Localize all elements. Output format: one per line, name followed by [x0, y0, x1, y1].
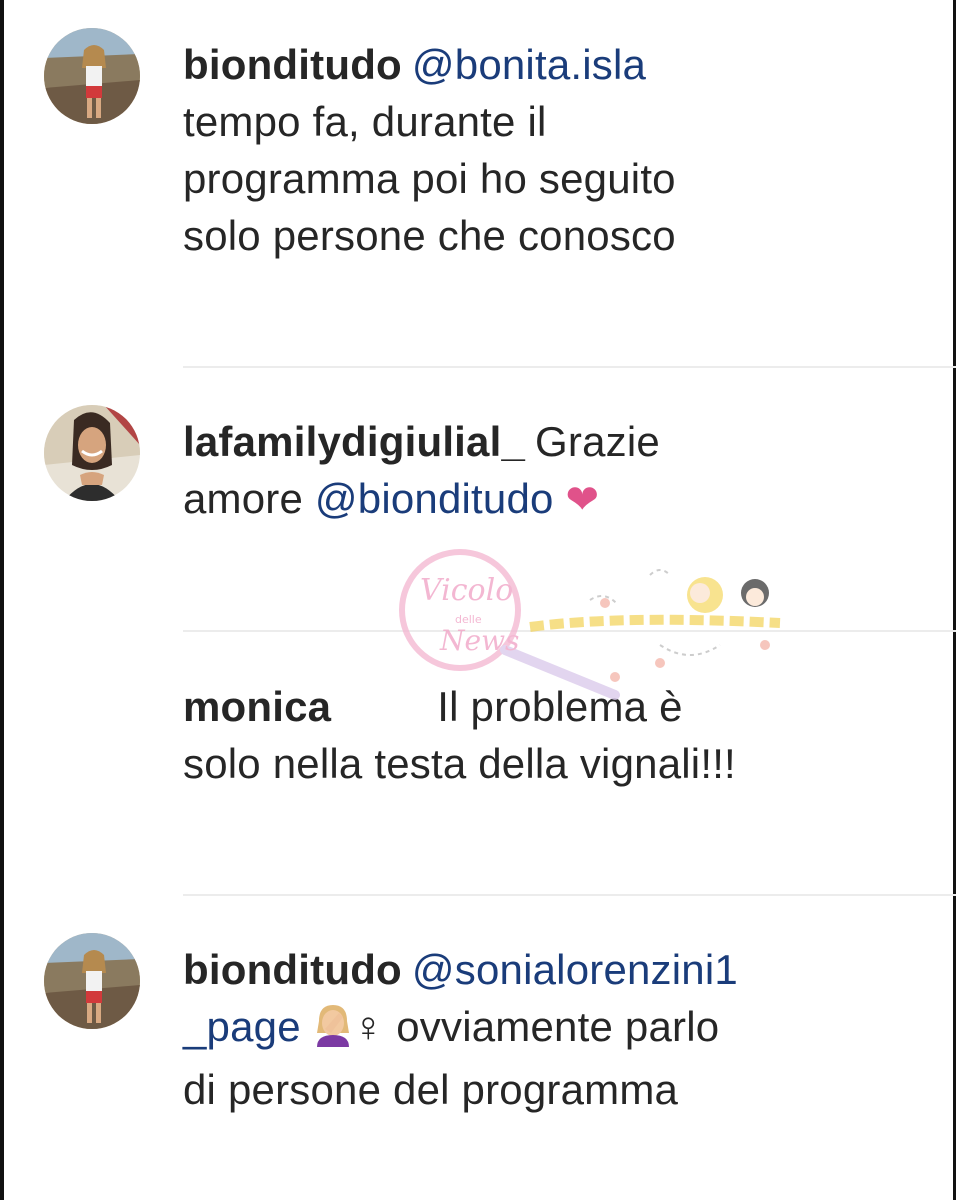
comment-line: solo persone che conosco [183, 212, 676, 259]
comment-line: solo nella testa della vignali!!! [183, 740, 736, 787]
comment-line: Il problema è [437, 683, 683, 730]
comment-line: Grazie [535, 418, 660, 465]
comment-mention[interactable]: @bonita.isla [412, 41, 646, 88]
comment-text: monica Il problema è solo nella testa del… [183, 678, 923, 792]
left-frame-border [0, 0, 4, 1200]
comment-text: lafamilydigiulial_ Grazie amore @bionditu… [183, 413, 923, 529]
comment-username[interactable]: bionditudo [183, 946, 402, 993]
comment-line: ovviamente parlo [384, 1003, 720, 1050]
facepalm-emoji-icon [313, 1003, 353, 1061]
divider [183, 366, 956, 368]
watermark-small-text: delle [455, 613, 482, 626]
female-sign: ♀ [352, 1003, 385, 1050]
watermark-text: News [439, 624, 519, 657]
comment-username[interactable]: bionditudo [183, 41, 402, 88]
avatar[interactable] [44, 28, 140, 124]
divider [183, 894, 956, 896]
avatar[interactable] [44, 405, 140, 501]
comment-text: bionditudo @sonialorenzini1 _page ♀ ovvia… [183, 941, 923, 1118]
comment-mention[interactable]: @sonialorenzini1 [412, 946, 738, 993]
comment-username[interactable]: monica [183, 683, 331, 730]
comment-mention[interactable]: _page [183, 1003, 301, 1050]
comment-line: programma poi ho seguito [183, 155, 676, 202]
comment-line: amore [183, 475, 315, 522]
heart-emoji: ❤ [565, 478, 600, 522]
comment-text: bionditudo @bonita.isla tempo fa, durante… [183, 36, 923, 264]
comment-mention[interactable]: @bionditudo [315, 475, 554, 522]
comment-line: tempo fa, durante il [183, 98, 547, 145]
comment-line: di persone del programma [183, 1066, 679, 1113]
divider [183, 630, 956, 632]
comment-username[interactable]: lafamilydigiulial_ [183, 418, 525, 465]
watermark-text: Vicolo [420, 573, 513, 608]
avatar[interactable] [44, 933, 140, 1029]
